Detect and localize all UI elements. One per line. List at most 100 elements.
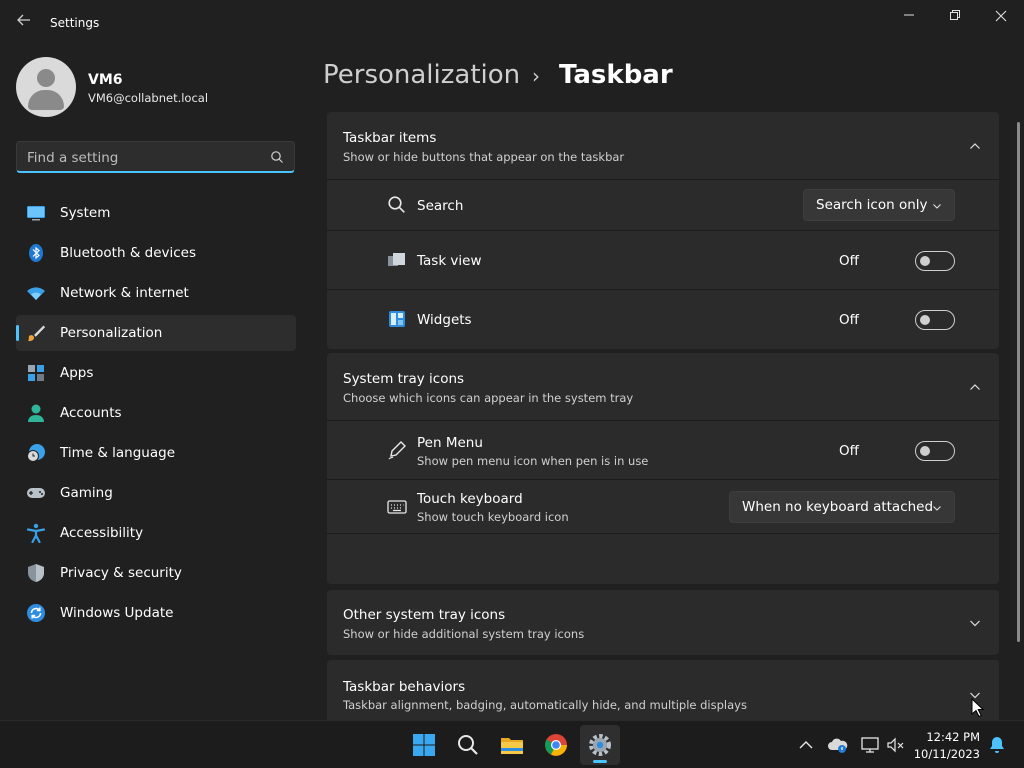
arrow-left-icon — [17, 14, 30, 26]
sidebar-item-privacy-security[interactable]: Privacy & security — [16, 555, 296, 591]
content-scrollbar[interactable] — [1017, 122, 1020, 642]
wifi-icon — [27, 287, 45, 300]
minimize-icon — [904, 14, 914, 16]
task-view-toggle-wrap: Off — [839, 251, 955, 271]
toggle-knob — [920, 315, 930, 325]
dropdown-value: Search icon only — [816, 197, 928, 213]
active-indicator — [593, 760, 607, 763]
task-view-toggle[interactable] — [915, 251, 955, 271]
section-header-behaviors[interactable]: Taskbar behaviors Taskbar alignment, bad… — [327, 660, 999, 720]
chevron-down-icon[interactable] — [969, 617, 981, 629]
sidebar-item-label: Windows Update — [60, 605, 174, 621]
row-widgets: Widgets Off — [327, 289, 999, 348]
section-other-tray-icons[interactable]: Other system tray icons Show or hide add… — [327, 590, 999, 655]
toggle-knob — [920, 256, 930, 266]
toggle-state: Off — [839, 443, 859, 459]
breadcrumb-separator: › — [532, 64, 540, 88]
restore-icon — [950, 10, 960, 20]
user-name: VM6 — [88, 72, 123, 88]
sidebar-item-gaming[interactable]: Gaming — [16, 475, 296, 511]
sidebar-item-system[interactable]: System — [16, 195, 296, 231]
back-button[interactable] — [14, 12, 34, 32]
close-button[interactable] — [986, 6, 1016, 28]
search-input[interactable] — [27, 148, 267, 168]
search-mode-dropdown[interactable]: Search icon only — [803, 189, 955, 221]
sidebar-item-windows-update[interactable]: Windows Update — [16, 595, 296, 631]
start-button[interactable] — [404, 725, 444, 765]
section-taskbar-behaviors[interactable]: Taskbar behaviors Taskbar alignment, bad… — [327, 660, 999, 720]
settings-search[interactable] — [16, 141, 295, 173]
sync-icon — [27, 604, 45, 622]
row-subtitle: Show pen menu icon when pen is in use — [417, 454, 649, 468]
row-label: Touch keyboard — [417, 491, 523, 507]
globe-clock-icon — [27, 444, 45, 462]
paintbrush-icon — [28, 325, 46, 342]
widgets-toggle[interactable] — [915, 310, 955, 330]
breadcrumb-parent[interactable]: Personalization — [323, 60, 520, 90]
bluetooth-icon — [29, 244, 43, 262]
section-subtitle: Show or hide buttons that appear on the … — [343, 150, 625, 164]
pen-menu-toggle[interactable] — [915, 441, 955, 461]
section-taskbar-items: Taskbar items Show or hide buttons that … — [327, 112, 999, 349]
row-touch-keyboard: Touch keyboard Show touch keyboard icon … — [327, 479, 999, 533]
taskbar-clock-time[interactable]: 12:42 PM — [910, 730, 980, 744]
file-explorer-icon — [501, 738, 523, 754]
chevron-up-icon[interactable] — [969, 381, 981, 393]
pen-menu-toggle-wrap: Off — [839, 441, 955, 461]
sidebar-item-label: Privacy & security — [60, 565, 182, 581]
widgets-toggle-wrap: Off — [839, 310, 955, 330]
search-icon — [458, 735, 478, 755]
section-subtitle: Show or hide additional system tray icon… — [343, 627, 585, 641]
sidebar-item-label: Network & internet — [60, 285, 189, 301]
title-bar: Settings — [0, 0, 1024, 40]
section-subtitle: Choose which icons can appear in the sys… — [343, 391, 634, 405]
apps-icon — [28, 365, 44, 381]
minimize-button[interactable] — [894, 6, 924, 28]
chevron-up-icon[interactable] — [796, 735, 816, 755]
section-title: Taskbar behaviors — [343, 679, 466, 695]
sidebar-item-label: Bluetooth & devices — [60, 245, 197, 261]
section-header-system-tray[interactable]: System tray icons Choose which icons can… — [327, 353, 999, 420]
sidebar-item-time-language[interactable]: Time & language — [16, 435, 296, 471]
display-icon[interactable] — [860, 735, 880, 755]
row-subtitle: Show touch keyboard icon — [417, 510, 569, 524]
task-view-icon — [388, 253, 405, 266]
sidebar-item-bluetooth[interactable]: Bluetooth & devices — [16, 235, 296, 271]
onedrive-icon[interactable] — [828, 735, 848, 755]
toggle-knob — [920, 446, 930, 456]
restore-button[interactable] — [940, 6, 970, 28]
dropdown-value: When no keyboard attached — [742, 499, 934, 515]
pen-icon — [388, 441, 406, 460]
search-icon — [271, 151, 283, 163]
notification-bell-icon[interactable] — [987, 735, 1007, 755]
taskbar-search-button[interactable] — [448, 725, 488, 765]
sidebar-item-label: Gaming — [60, 485, 113, 501]
touch-keyboard-dropdown[interactable]: When no keyboard attached — [729, 491, 955, 523]
shield-icon — [28, 564, 44, 582]
sidebar-item-accessibility[interactable]: Accessibility — [16, 515, 296, 551]
row-pen-menu: Pen Menu Show pen menu icon when pen is … — [327, 420, 999, 479]
taskbar-chrome[interactable] — [536, 725, 576, 765]
chevron-down-icon — [933, 506, 941, 511]
taskbar-file-explorer[interactable] — [492, 725, 532, 765]
sidebar-item-label: Personalization — [60, 325, 163, 341]
sidebar-item-label: Accounts — [60, 405, 122, 421]
sidebar-item-apps[interactable]: Apps — [16, 355, 296, 391]
search-icon — [388, 196, 405, 213]
settings-window: Settings VM6 VM6@collabnet.local System … — [0, 0, 1024, 720]
row-label: Task view — [417, 253, 482, 269]
section-header-taskbar-items[interactable]: Taskbar items Show or hide buttons that … — [327, 112, 999, 179]
sidebar-item-network[interactable]: Network & internet — [16, 275, 296, 311]
sidebar-item-personalization[interactable]: Personalization — [16, 315, 296, 351]
taskbar-settings[interactable] — [580, 725, 620, 765]
monitor-icon — [27, 206, 45, 221]
section-header-other-tray[interactable]: Other system tray icons Show or hide add… — [327, 590, 999, 655]
taskbar-clock-date[interactable]: 10/11/2023 — [900, 747, 980, 761]
page-title: Taskbar — [559, 60, 673, 90]
close-icon — [995, 10, 1007, 22]
section-system-tray-icons: System tray icons Choose which icons can… — [327, 353, 999, 584]
sidebar-item-accounts[interactable]: Accounts — [16, 395, 296, 431]
chevron-up-icon[interactable] — [969, 140, 981, 152]
avatar[interactable] — [16, 57, 76, 117]
sidebar-item-label: Time & language — [60, 445, 176, 461]
